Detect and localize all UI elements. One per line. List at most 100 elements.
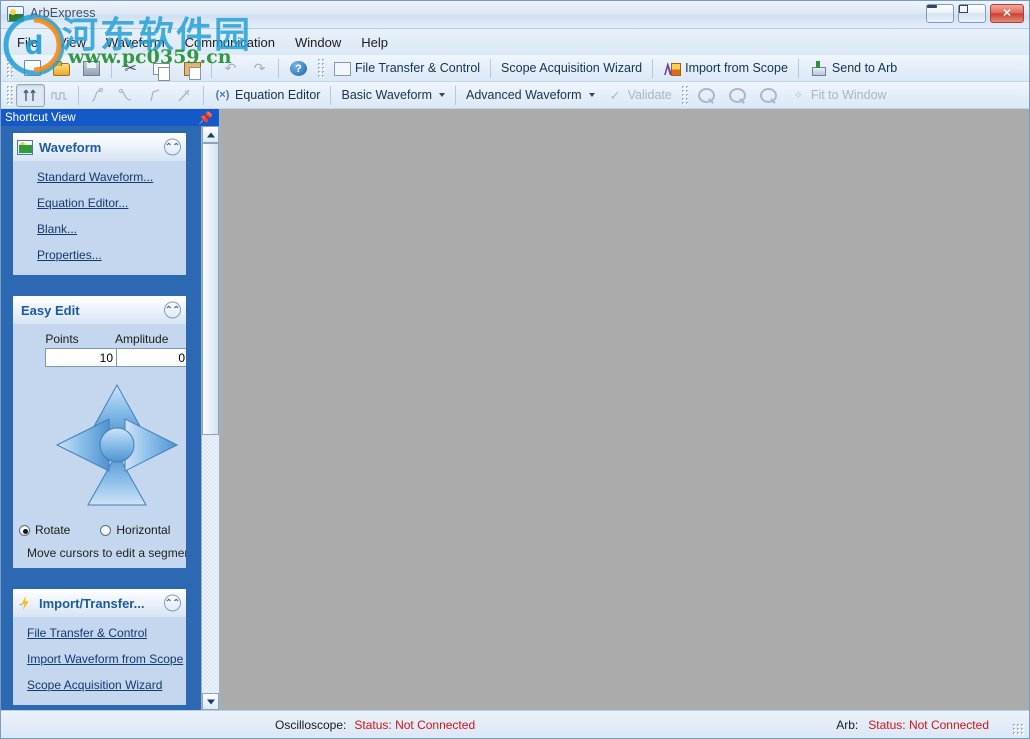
- toolbar-grip[interactable]: [680, 85, 688, 105]
- menu-item-communication[interactable]: Communication: [175, 32, 285, 53]
- square-wave-tool-button[interactable]: [45, 84, 74, 107]
- link-properties[interactable]: Properties...: [37, 248, 186, 262]
- resize-grip[interactable]: [1012, 723, 1024, 735]
- panel-waveform-body: Standard Waveform... Equation Editor... …: [13, 161, 186, 275]
- link-equation-editor[interactable]: Equation Editor...: [37, 196, 186, 210]
- menu-item-window[interactable]: Window: [285, 32, 351, 53]
- toolbar-separator: [797, 58, 799, 78]
- fit-to-window-button[interactable]: ✧ Fit to Window: [784, 84, 893, 107]
- save-button[interactable]: [76, 57, 107, 80]
- toolbar-separator: [455, 85, 457, 105]
- equation-editor-button[interactable]: (×) Equation Editor: [208, 84, 326, 107]
- maximize-button[interactable]: [958, 4, 986, 23]
- scroll-down-button[interactable]: [202, 693, 219, 710]
- close-button[interactable]: ✕: [990, 4, 1024, 23]
- status-arb: Arb: Status: Not Connected: [836, 718, 989, 732]
- amplitude-input[interactable]: [117, 348, 186, 367]
- scroll-up-button[interactable]: [202, 126, 219, 143]
- cursor-tool-button[interactable]: [16, 83, 45, 107]
- easy-edit-labels: Points Amplitude: [13, 332, 186, 346]
- advanced-waveform-dropdown[interactable]: Advanced Waveform: [460, 84, 601, 107]
- help-button[interactable]: [283, 57, 314, 80]
- radio-horizontal[interactable]: [100, 524, 112, 536]
- basic-waveform-dropdown[interactable]: Basic Waveform: [335, 84, 451, 107]
- toolbar-separator: [111, 58, 112, 78]
- points-input[interactable]: [45, 348, 117, 367]
- minimize-button[interactable]: [926, 4, 954, 23]
- toolbar-grip[interactable]: [317, 58, 324, 78]
- panel-easy-edit-body: Points Amplitude 10 0 Rotate Horizontal …: [13, 324, 186, 568]
- toolbar-separator: [211, 58, 212, 78]
- chevron-up-icon[interactable]: ⌃⌃: [164, 301, 181, 319]
- link-scope-acquisition-wizard[interactable]: Scope Acquisition Wizard: [27, 678, 186, 692]
- scrollbar-track[interactable]: [202, 143, 219, 693]
- scope-acquisition-wizard-button[interactable]: Scope Acquisition Wizard: [495, 57, 648, 80]
- panel-waveform: Waveform ⌃⌃ Standard Waveform... Equatio…: [11, 131, 188, 277]
- zoom-in-icon: [697, 87, 715, 103]
- save-disk-icon: [83, 60, 100, 76]
- panel-easy-edit-header[interactable]: Easy Edit ⌃⌃: [13, 296, 186, 324]
- paste-button[interactable]: [176, 57, 207, 80]
- link-blank[interactable]: Blank...: [37, 222, 186, 236]
- arb-label: Arb:: [836, 717, 859, 732]
- toolbar-grip[interactable]: [6, 58, 13, 78]
- menu-item-help[interactable]: Help: [351, 32, 398, 53]
- link-file-transfer-control[interactable]: File Transfer & Control: [27, 626, 186, 640]
- menu-item-waveform[interactable]: Waveform: [96, 32, 175, 53]
- redo-button[interactable]: ↷: [245, 57, 274, 80]
- waveform-toolbar: (×) Equation Editor Basic Waveform Advan…: [1, 82, 1029, 109]
- scrollbar-thumb[interactable]: [202, 143, 219, 435]
- import-from-scope-icon: [664, 62, 682, 76]
- redo-icon: ↷: [253, 59, 266, 76]
- file-transfer-icon: [334, 62, 351, 76]
- body-region: Shortcut View 📌 Waveform ⌃⌃ Standard Wav…: [1, 109, 1029, 710]
- undo-icon: ↶: [224, 59, 237, 76]
- pencil-icon: [176, 87, 193, 104]
- panel-waveform-header[interactable]: Waveform ⌃⌃: [13, 133, 186, 161]
- zoom-in-button[interactable]: [691, 84, 722, 107]
- curve-tool-1-button[interactable]: [83, 84, 112, 107]
- new-button[interactable]: [16, 57, 47, 80]
- close-icon: ✕: [1002, 7, 1012, 19]
- link-import-waveform-from-scope[interactable]: Import Waveform from Scope: [27, 652, 186, 666]
- toolbar-separator: [490, 58, 492, 78]
- open-button[interactable]: [47, 57, 76, 80]
- zoom-out-button[interactable]: [722, 84, 753, 107]
- application-window: ArbExpress ✕ File View Waveform Communic…: [0, 0, 1030, 739]
- cut-button[interactable]: ✂: [116, 57, 145, 80]
- copy-icon: [153, 63, 170, 81]
- file-transfer-control-label: File Transfer & Control: [355, 60, 481, 75]
- menu-item-file[interactable]: File: [7, 32, 48, 53]
- fit-to-window-label: Fit to Window: [810, 87, 887, 102]
- scissors-icon: ✂: [124, 59, 137, 77]
- zoom-horizontal-button[interactable]: [753, 84, 784, 107]
- validate-button[interactable]: ✓ Validate: [601, 84, 678, 107]
- sidebar-scrollbar[interactable]: [201, 126, 219, 710]
- fit-to-window-icon: ✧: [793, 87, 804, 102]
- copy-button[interactable]: [145, 57, 176, 81]
- menu-item-view[interactable]: View: [48, 32, 96, 53]
- chevron-up-icon[interactable]: ⌃⌃: [164, 594, 181, 612]
- waveform-icon: [17, 139, 33, 155]
- panel-import-transfer-header[interactable]: Import/Transfer... ⌃⌃: [13, 589, 186, 617]
- curve-tool-2-button[interactable]: [112, 84, 141, 107]
- panels-container: Waveform ⌃⌃ Standard Waveform... Equatio…: [1, 126, 201, 710]
- toolbar-separator: [203, 85, 204, 105]
- scope-acquisition-wizard-label: Scope Acquisition Wizard: [501, 60, 643, 75]
- file-transfer-control-button[interactable]: File Transfer & Control: [327, 57, 486, 80]
- zoom-out-icon: [728, 87, 746, 103]
- link-standard-waveform[interactable]: Standard Waveform...: [37, 170, 186, 184]
- import-from-scope-button[interactable]: Import from Scope: [657, 57, 794, 80]
- amplitude-label: Amplitude: [115, 332, 169, 346]
- radio-rotate[interactable]: [19, 524, 30, 536]
- undo-button[interactable]: ↶: [216, 57, 245, 80]
- pin-icon[interactable]: 📌: [198, 112, 215, 124]
- panels-scroll-viewport: Waveform ⌃⌃ Standard Waveform... Equatio…: [1, 126, 201, 710]
- send-to-arb-button[interactable]: Send to Arb: [803, 57, 903, 80]
- lightning-icon: [17, 596, 33, 611]
- chevron-up-icon[interactable]: ⌃⌃: [164, 138, 181, 156]
- line-tool-button[interactable]: [141, 84, 170, 107]
- pencil-tool-button[interactable]: [170, 84, 199, 107]
- toolbar-grip[interactable]: [6, 85, 13, 105]
- workspace-canvas[interactable]: [220, 109, 1029, 710]
